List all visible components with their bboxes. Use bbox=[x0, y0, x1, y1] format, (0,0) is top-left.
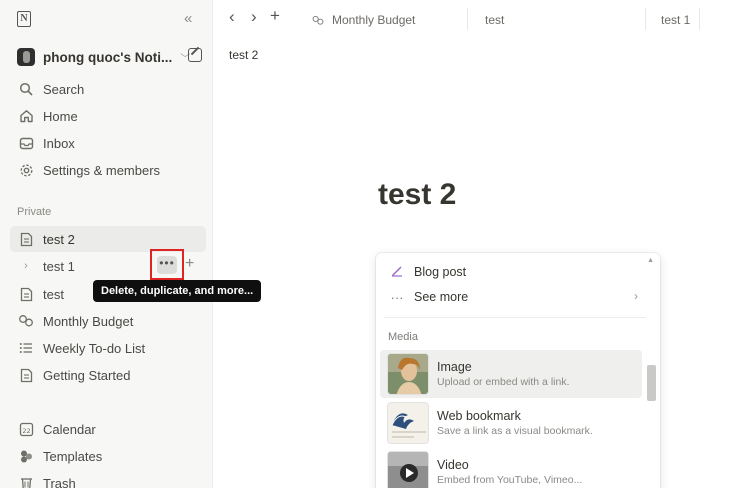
menu-item-subtitle: Upload or embed with a link. bbox=[437, 376, 570, 388]
tab-test-1[interactable]: test 1 bbox=[661, 5, 690, 35]
tab-label: test 1 bbox=[661, 13, 691, 27]
video-thumbnail-icon bbox=[387, 451, 429, 488]
chevron-right-icon: › bbox=[634, 289, 638, 303]
menu-item-image[interactable]: Image Upload or embed with a link. bbox=[380, 350, 642, 398]
nav-settings[interactable]: Settings & members bbox=[10, 157, 206, 183]
topbar: ‹ › + Monthly Budget test test 1 bbox=[213, 0, 750, 40]
section-private-label[interactable]: Private bbox=[17, 206, 51, 218]
nav-home[interactable]: Home bbox=[10, 103, 206, 129]
menu-item-title: Web bookmark bbox=[437, 409, 521, 423]
new-page-icon[interactable] bbox=[188, 48, 202, 62]
sidebar-page-monthly-budget[interactable]: Monthly Budget bbox=[10, 308, 206, 334]
sidebar-templates[interactable]: Templates bbox=[10, 443, 206, 469]
page-label: test 2 bbox=[43, 231, 75, 247]
sidebar-header: N « bbox=[0, 0, 213, 40]
nav-inbox-label: Inbox bbox=[43, 135, 75, 151]
menu-scrollbar[interactable]: ▲ bbox=[647, 253, 658, 488]
page-icon bbox=[18, 231, 34, 247]
workspace-switcher[interactable]: phong quoc's Noti... ﹀ bbox=[10, 44, 206, 70]
chevron-right-icon[interactable]: › bbox=[18, 258, 34, 274]
menu-item-see-more[interactable]: ··· See more › bbox=[380, 285, 646, 309]
menu-item-web-bookmark[interactable]: Web bookmark Save a link as a visual boo… bbox=[380, 399, 642, 447]
tab-monthly-budget[interactable]: Monthly Budget bbox=[311, 5, 415, 35]
page-label: test 1 bbox=[43, 258, 75, 274]
page-label: Getting Started bbox=[43, 367, 131, 383]
budget-icon bbox=[18, 313, 34, 329]
menu-item-title: Image bbox=[437, 360, 472, 374]
inbox-icon bbox=[18, 135, 34, 151]
menu-item-label: See more bbox=[414, 290, 469, 304]
add-subpage-button[interactable]: + bbox=[185, 256, 194, 272]
templates-icon bbox=[18, 448, 34, 464]
trash-icon bbox=[18, 475, 34, 488]
scroll-up-icon[interactable]: ▲ bbox=[647, 257, 654, 264]
page-icon bbox=[18, 367, 34, 383]
notion-logo-icon[interactable]: N bbox=[17, 11, 31, 27]
sidebar-templates-label: Templates bbox=[43, 448, 103, 464]
forward-arrow-icon[interactable]: › bbox=[251, 8, 257, 25]
page-label: Weekly To-do List bbox=[43, 340, 146, 356]
ellipsis-icon: ··· bbox=[390, 289, 404, 305]
list-icon bbox=[18, 340, 34, 356]
image-thumbnail-icon bbox=[387, 353, 429, 395]
calendar-icon: 22 bbox=[18, 421, 34, 437]
nav-search[interactable]: Search bbox=[10, 76, 206, 102]
menu-item-label: Blog post bbox=[414, 265, 467, 279]
page-title[interactable]: test 2 bbox=[378, 178, 456, 212]
tab-label: Monthly Budget bbox=[332, 13, 416, 27]
more-options-button[interactable]: ••• bbox=[157, 255, 177, 274]
nav-search-label: Search bbox=[43, 81, 85, 97]
block-insert-menu: Blog post ··· See more › Media Image Upl… bbox=[376, 253, 660, 488]
budget-icon bbox=[312, 15, 324, 25]
sidebar-page-weekly-todo[interactable]: Weekly To-do List bbox=[10, 335, 206, 361]
menu-item-video[interactable]: Video Embed from YouTube, Vimeo... bbox=[380, 448, 642, 488]
gear-icon bbox=[18, 162, 34, 178]
sidebar: N « phong quoc's Noti... ﹀ Search Home I… bbox=[0, 0, 213, 488]
menu-item-subtitle: Save a link as a visual bookmark. bbox=[437, 425, 593, 437]
sidebar-trash[interactable]: Trash bbox=[10, 470, 206, 488]
bookmark-thumbnail-icon bbox=[387, 402, 429, 444]
nav-inbox[interactable]: Inbox bbox=[10, 130, 206, 156]
home-icon bbox=[18, 108, 34, 124]
sidebar-page-getting-started[interactable]: Getting Started bbox=[10, 362, 206, 388]
scrollbar-thumb[interactable] bbox=[647, 365, 656, 401]
sidebar-calendar-label: Calendar bbox=[43, 421, 96, 437]
calendar-icon-text: 22 bbox=[22, 427, 30, 435]
menu-item-subtitle: Embed from YouTube, Vimeo... bbox=[437, 474, 583, 486]
nav-home-label: Home bbox=[43, 108, 78, 124]
new-tab-plus-icon[interactable]: + bbox=[270, 7, 280, 24]
page-label: Monthly Budget bbox=[43, 313, 134, 329]
more-actions-tooltip: Delete, duplicate, and more... bbox=[93, 280, 262, 302]
breadcrumb[interactable]: test 2 bbox=[229, 48, 258, 62]
workspace-name: phong quoc's Noti... bbox=[43, 49, 173, 65]
page-label: test bbox=[43, 286, 64, 302]
pen-icon bbox=[388, 265, 406, 280]
nav-settings-label: Settings & members bbox=[43, 162, 161, 178]
back-arrow-icon[interactable]: ‹ bbox=[229, 8, 235, 25]
menu-item-blog-post[interactable]: Blog post bbox=[380, 260, 646, 284]
page-icon bbox=[18, 286, 34, 302]
tab-label: test bbox=[485, 13, 505, 27]
tab-divider bbox=[467, 8, 468, 30]
tab-divider bbox=[645, 8, 646, 30]
tab-test[interactable]: test bbox=[485, 5, 504, 35]
menu-divider bbox=[384, 317, 646, 318]
search-icon bbox=[18, 81, 34, 97]
more-actions-highlight: ••• bbox=[150, 249, 184, 280]
workspace-avatar bbox=[17, 48, 35, 66]
menu-section-media: Media bbox=[388, 331, 418, 343]
sidebar-calendar[interactable]: 22 Calendar bbox=[10, 416, 206, 442]
collapse-sidebar-icon[interactable]: « bbox=[184, 10, 193, 27]
menu-item-title: Video bbox=[437, 458, 469, 472]
sidebar-trash-label: Trash bbox=[43, 475, 76, 488]
tab-divider bbox=[699, 8, 700, 30]
